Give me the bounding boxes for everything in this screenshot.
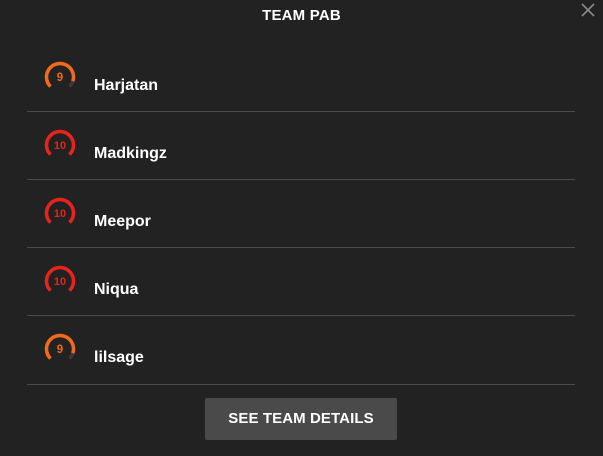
level-gauge-icon: 10 [44, 197, 76, 224]
dialog-title: TEAM PAB [262, 7, 341, 24]
level-gauge-icon: 10 [44, 129, 76, 156]
level-number: 10 [54, 140, 66, 152]
player-name[interactable]: Niqua [94, 281, 138, 299]
player-name[interactable]: Harjatan [94, 77, 158, 95]
team-dialog: TEAM PAB 9 Harjatan 10 Madkingz 10 Meepo… [0, 0, 603, 456]
player-name[interactable]: lilsage [94, 349, 144, 367]
level-number: 9 [57, 344, 63, 356]
level-gauge-icon: 9 [44, 61, 76, 88]
player-row[interactable]: 10 Madkingz [27, 112, 575, 180]
player-row[interactable]: 9 lilsage [27, 316, 575, 385]
level-number: 9 [57, 72, 63, 84]
close-icon[interactable] [579, 1, 597, 19]
level-number: 10 [54, 208, 66, 220]
level-number: 10 [54, 276, 66, 288]
player-row[interactable]: 10 Meepor [27, 180, 575, 248]
level-gauge-icon: 10 [44, 265, 76, 292]
see-team-details-button[interactable]: SEE TEAM DETAILS [205, 398, 397, 440]
player-row[interactable]: 9 Harjatan [27, 44, 575, 112]
player-name[interactable]: Meepor [94, 213, 151, 231]
level-gauge-icon: 9 [44, 333, 76, 360]
player-list: 9 Harjatan 10 Madkingz 10 Meepor 10 Niqu… [27, 44, 575, 385]
player-name[interactable]: Madkingz [94, 145, 167, 163]
player-row[interactable]: 10 Niqua [27, 248, 575, 316]
